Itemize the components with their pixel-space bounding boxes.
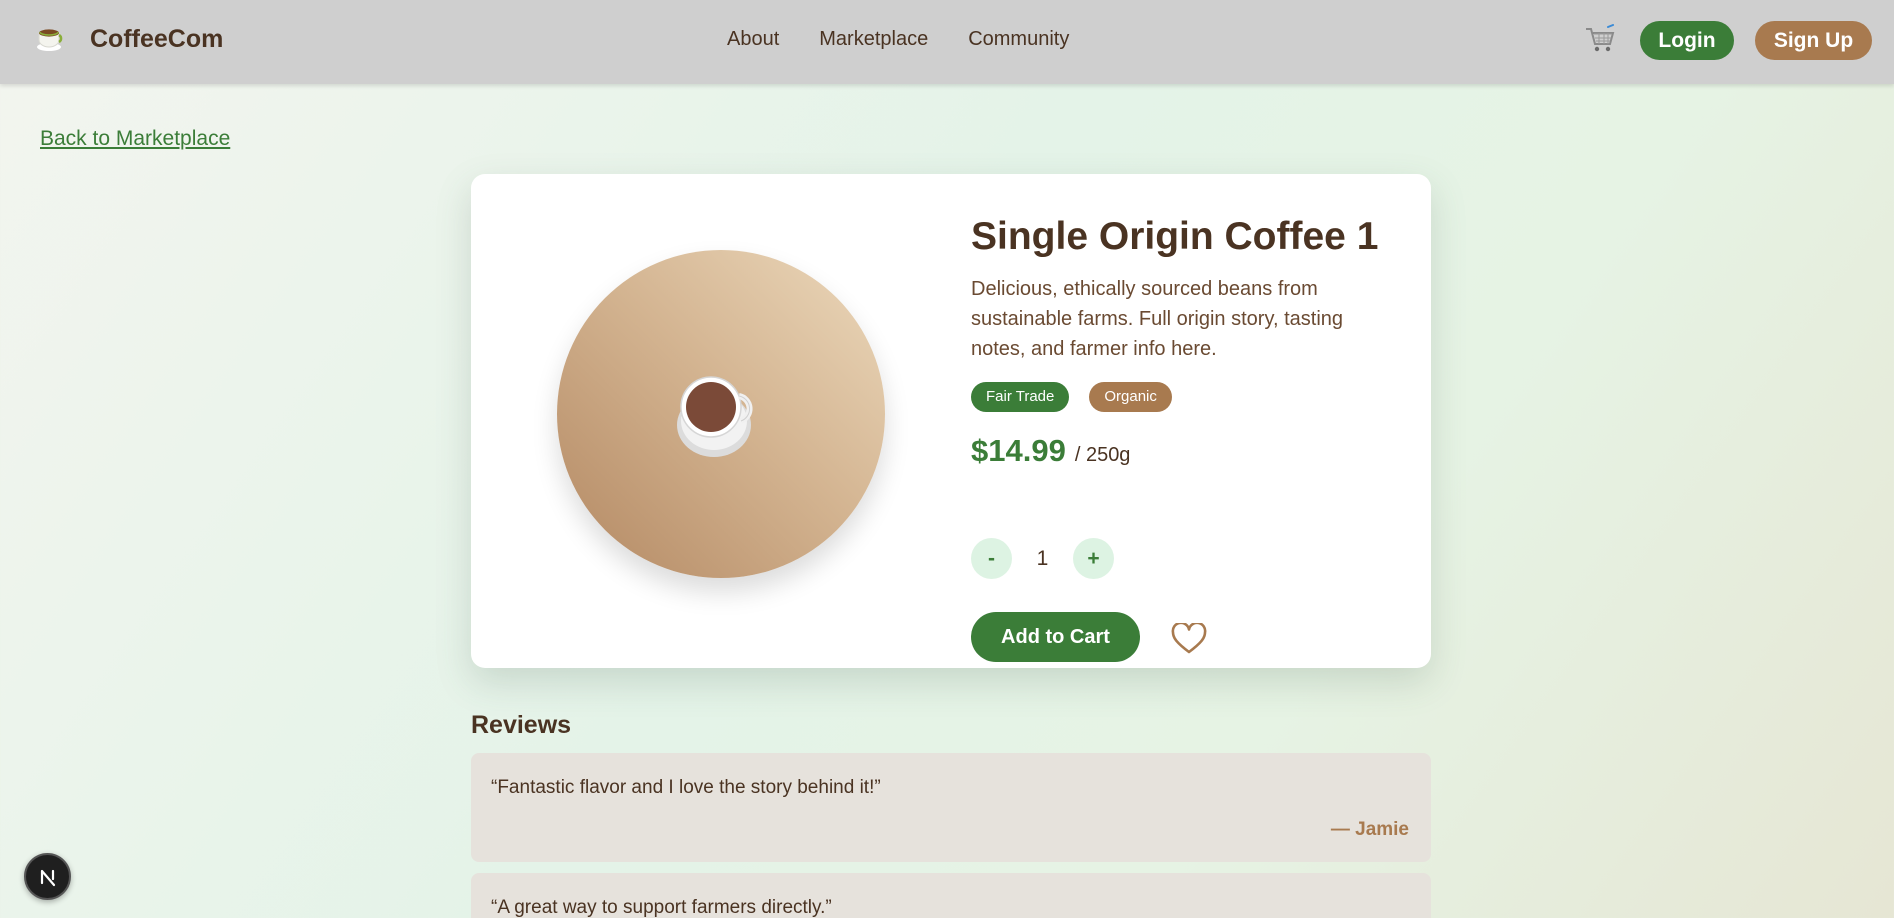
price-unit: / 250g — [1074, 443, 1131, 466]
brand-name: CoffeeCom — [90, 24, 224, 53]
product-image — [557, 250, 885, 578]
review-card: “A great way to support farmers directly… — [471, 873, 1431, 918]
price-row: $14.99 / 250g — [971, 433, 1391, 469]
increment-button[interactable]: + — [1073, 538, 1114, 579]
review-text: “Fantastic flavor and I love the story b… — [491, 777, 881, 798]
product-info: Single Origin Coffee 1 Delicious, ethica… — [971, 214, 1391, 662]
nav-link-about[interactable]: About — [727, 28, 779, 51]
site-header: CoffeeCom About Marketplace Community Lo… — [0, 0, 1894, 84]
decrement-button[interactable]: - — [971, 538, 1012, 579]
product-tags: Fair Trade Organic — [971, 381, 1391, 412]
quantity-value: 1 — [1036, 546, 1049, 570]
reviews-heading: Reviews — [471, 711, 572, 739]
brand[interactable]: CoffeeCom — [34, 22, 223, 56]
cart-icon[interactable] — [1584, 24, 1616, 56]
product-description: Delicious, ethically sourced beans from … — [971, 277, 1344, 360]
signup-button[interactable]: Sign Up — [1755, 21, 1872, 60]
product-card: Single Origin Coffee 1 Delicious, ethica… — [471, 174, 1431, 668]
review-text: “A great way to support farmers directly… — [491, 897, 832, 918]
nav-link-community[interactable]: Community — [968, 28, 1069, 51]
quantity-stepper: - 1 + — [971, 538, 1114, 579]
coffee-cup-icon — [677, 376, 753, 457]
back-to-marketplace-link[interactable]: Back to Marketplace — [40, 127, 230, 151]
n-icon — [40, 869, 55, 886]
add-to-cart-button[interactable]: Add to Cart — [971, 612, 1140, 662]
login-button[interactable]: Login — [1640, 21, 1734, 60]
dev-badge-button[interactable] — [24, 853, 71, 900]
tag-organic: Organic — [1089, 381, 1172, 412]
review-author: — Jamie — [1330, 819, 1409, 840]
heart-icon[interactable] — [1171, 623, 1207, 655]
product-title: Single Origin Coffee 1 — [971, 215, 1379, 258]
tag-fair-trade: Fair Trade — [971, 381, 1070, 412]
coffee-cup-icon — [37, 29, 63, 51]
main-nav: About Marketplace Community — [727, 28, 1109, 51]
product-price: $14.99 — [971, 432, 1066, 468]
nav-link-marketplace[interactable]: Marketplace — [819, 28, 928, 51]
review-card: “Fantastic flavor and I love the story b… — [471, 753, 1431, 862]
